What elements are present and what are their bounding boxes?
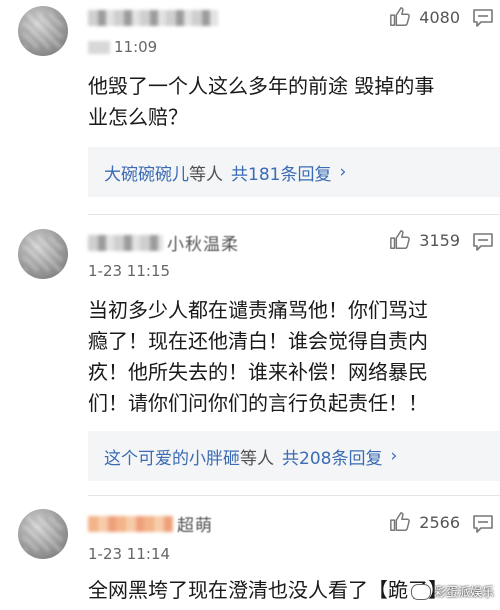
like-count: 2566: [419, 512, 460, 532]
comment-more-icon[interactable]: [472, 232, 494, 252]
username[interactable]: 超萌: [88, 511, 213, 536]
watermark-text: 彩蛋派娱乐: [433, 585, 494, 599]
reply-summary[interactable]: 这个可爱的小胖砸 等人 共208条回复 ›: [88, 431, 500, 481]
avatar[interactable]: [18, 6, 68, 56]
comment-text-line: 业怎么赔？: [88, 105, 188, 129]
reply-count[interactable]: 共208条回复: [282, 444, 382, 469]
reply-suffix: 等人: [189, 164, 223, 185]
like-count: 3159: [419, 230, 460, 250]
chevron-right-icon: ›: [390, 446, 398, 466]
thumbs-up-icon: [390, 7, 411, 26]
comment-text-line: 当初多少人都在谴责痛骂他！你们骂过: [88, 298, 428, 322]
comment-feed: 4080 11:09 他毁了一个人这么多年的前途 毁掉的事 业怎么赔？ 大碗碗碗…: [0, 0, 500, 610]
comment-time: 11:09: [88, 38, 157, 56]
divider: [88, 495, 500, 496]
comment-text-line: 他毁了一个人这么多年的前途 毁掉的事: [88, 74, 435, 98]
wechat-icon: [410, 583, 431, 600]
comment-text: 当初多少人都在谴责痛骂他！你们骂过 瘾了！现在还他清白！谁会觉得自责内 疚！他所…: [88, 295, 488, 419]
like-count: 4080: [419, 7, 460, 27]
watermark: 彩蛋派娱乐: [410, 583, 494, 600]
reply-summary[interactable]: 大碗碗碗儿 等人 共181条回复 ›: [88, 147, 500, 197]
divider: [88, 214, 500, 215]
like-button[interactable]: 3159: [389, 229, 460, 251]
thumbs-up-icon: [390, 512, 411, 531]
comment-time: 1-23 11:15: [88, 262, 171, 280]
avatar[interactable]: [18, 229, 68, 279]
comment-text-line: 瘾了！现在还他清白！谁会觉得自责内: [88, 329, 428, 353]
reply-user-name[interactable]: 这个可爱的小胖砸: [104, 444, 240, 469]
chevron-right-icon: ›: [339, 162, 347, 182]
reply-suffix: 等人: [240, 448, 274, 469]
thumbs-up-icon: [390, 230, 411, 249]
comment-text-line: 疚！他所失去的！谁来补偿！网络暴民: [88, 360, 428, 384]
reply-count[interactable]: 共181条回复: [231, 160, 331, 185]
avatar[interactable]: [18, 509, 68, 559]
comment-more-icon[interactable]: [472, 8, 494, 28]
like-button[interactable]: 4080: [389, 6, 460, 28]
username[interactable]: [88, 8, 222, 28]
comment-more-icon[interactable]: [472, 514, 494, 534]
comment-text: 他毁了一个人这么多年的前途 毁掉的事 业怎么赔？: [88, 71, 488, 133]
reply-user-name[interactable]: 大碗碗碗儿: [104, 160, 189, 185]
comment-text-line: 们！请你们问你们的言行负起责任！！: [88, 391, 428, 415]
like-button[interactable]: 2566: [389, 511, 460, 533]
username[interactable]: 小秋温柔: [88, 230, 239, 255]
comment-time: 1-23 11:14: [88, 545, 171, 563]
